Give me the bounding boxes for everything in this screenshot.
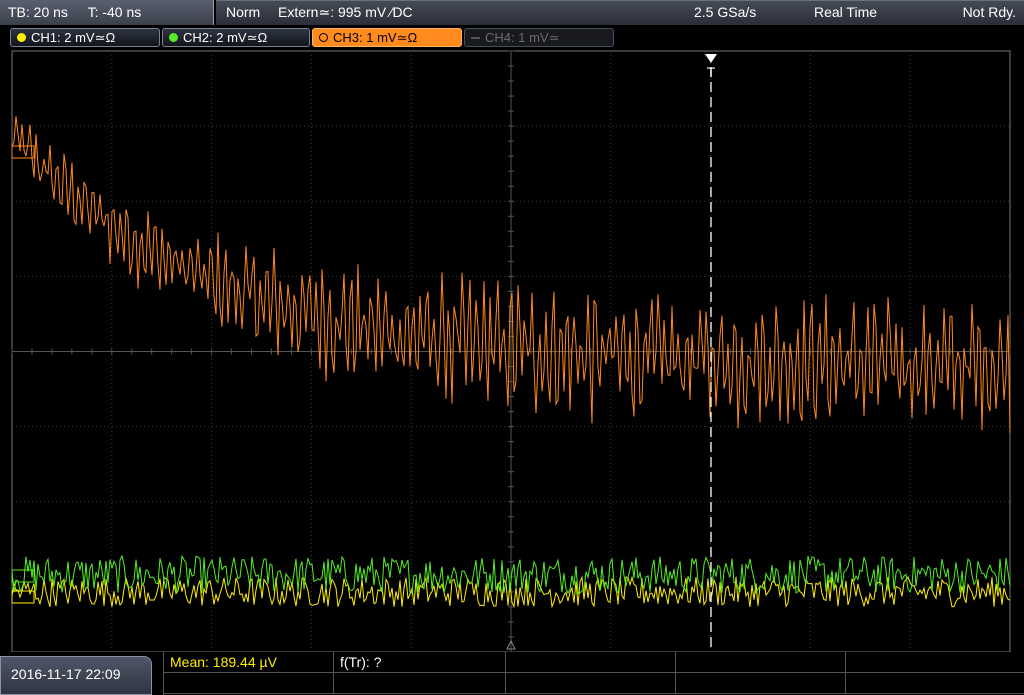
channel-tabs: CH1: 2 mV≃Ω CH2: 2 mV≃Ω CH3: 1 mV≃Ω CH4:… [0, 25, 1024, 49]
waveform-display[interactable]: T [0, 49, 1024, 652]
run-state-label: Not Rdy. [962, 4, 1016, 20]
ch4-indicator-icon [471, 37, 480, 39]
channel-tab-ch2[interactable]: CH2: 2 mV≃Ω [162, 28, 310, 47]
trigger-source-label: Extern≃: 995 mV ∕DC [278, 4, 413, 20]
measurement-bar: 2016-11-17 22:09 Mean: 189.44 µV f(Tr): … [0, 652, 1024, 695]
timebase-label: TB: 20 ns [8, 4, 68, 20]
ch2-indicator-icon [169, 33, 178, 42]
channel-tab-ch4[interactable]: CH4: 1 mV≃ [464, 28, 614, 47]
measurement-slot[interactable] [676, 673, 846, 694]
status-bar: TB: 20 ns T: -40 ns Norm Extern≃: 995 mV… [0, 0, 1024, 25]
measurement-slot[interactable] [846, 652, 1024, 673]
channel-tab-label: CH2: 2 mV≃Ω [183, 30, 268, 45]
datetime-label: 2016-11-17 22:09 [11, 666, 121, 682]
measurement-slot[interactable] [334, 673, 506, 694]
measurement-slot[interactable] [164, 673, 334, 694]
datetime-display[interactable]: 2016-11-17 22:09 [0, 656, 152, 695]
measurement-slot[interactable] [846, 673, 1024, 694]
trigger-panel[interactable]: Norm Extern≃: 995 mV ∕DC 2.5 GSa/s Real … [216, 0, 1024, 25]
trigger-time-label: T: -40 ns [87, 4, 142, 20]
measurement-ftr[interactable]: f(Tr): ? [334, 652, 506, 673]
channel-tab-label: CH4: 1 mV≃ [485, 30, 560, 45]
channel-tab-label: CH3: 1 mV≃Ω [333, 30, 418, 45]
acquisition-mode-label: Real Time [814, 4, 878, 20]
trigger-position-marker-icon[interactable] [705, 54, 717, 63]
measurement-slot[interactable] [506, 673, 676, 694]
sample-rate-label: 2.5 GSa/s [694, 4, 757, 20]
trigger-marker-label: T [707, 64, 716, 80]
channel-tab-ch1[interactable]: CH1: 2 mV≃Ω [10, 28, 160, 47]
measurement-mean[interactable]: Mean: 189.44 µV [164, 652, 334, 673]
ch3-offset-marker-icon[interactable] [11, 145, 35, 159]
measurement-slot[interactable] [506, 652, 676, 673]
timebase-panel[interactable]: TB: 20 ns T: -40 ns [0, 0, 214, 25]
channel-tab-ch3[interactable]: CH3: 1 mV≃Ω [312, 28, 462, 47]
ch3-indicator-icon [319, 33, 328, 42]
measurement-slot[interactable] [676, 652, 846, 673]
trigger-mode-label: Norm [226, 4, 261, 20]
channel-tab-label: CH1: 2 mV≃Ω [31, 30, 116, 45]
measurement-table[interactable]: Mean: 189.44 µV f(Tr): ? [163, 652, 1024, 695]
ch1-indicator-icon [17, 33, 26, 42]
ch2-offset-marker-icon[interactable] [11, 569, 35, 583]
